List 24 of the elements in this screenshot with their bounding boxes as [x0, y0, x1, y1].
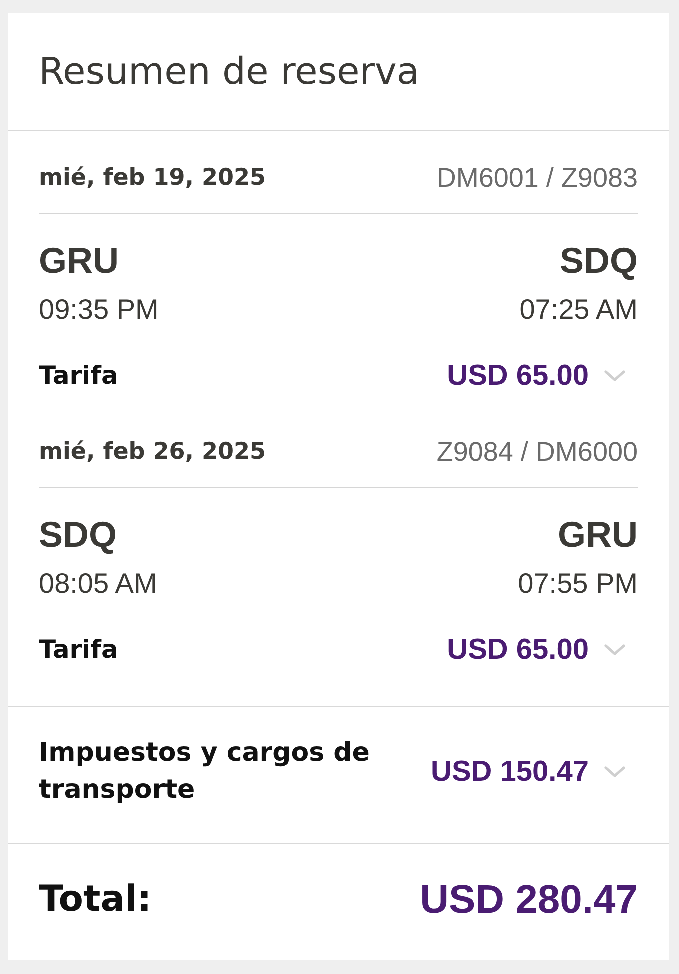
- taxes-amount: USD 150.47: [431, 756, 589, 788]
- chevron-down-icon[interactable]: [604, 766, 626, 778]
- total-amount: USD 280.47: [420, 877, 638, 923]
- flight-date: mié, feb 26, 2025: [39, 438, 266, 467]
- taxes-label: Impuestos y cargos de transporte: [39, 737, 371, 807]
- destination-airport-code: SDQ: [560, 241, 638, 281]
- origin-airport-code: GRU: [39, 241, 119, 281]
- departure-time: 08:05 AM: [39, 568, 158, 600]
- total-label: Total:: [39, 878, 152, 922]
- fare-amount: USD 65.00: [447, 360, 589, 392]
- card-title: Resumen de reserva: [39, 50, 420, 94]
- destination-airport-code: GRU: [558, 515, 638, 555]
- fare-amount: USD 65.00: [447, 634, 589, 666]
- flight-numbers: DM6001 / Z9083: [436, 163, 638, 193]
- arrival-time: 07:25 AM: [520, 294, 638, 326]
- chevron-down-icon[interactable]: [604, 370, 626, 382]
- flight-numbers: Z9084 / DM6000: [436, 437, 638, 467]
- origin-airport-code: SDQ: [39, 515, 118, 555]
- flight-date: mié, feb 19, 2025: [39, 164, 266, 193]
- fare-label: Tarifa: [39, 634, 120, 666]
- fare-label: Tarifa: [39, 360, 120, 392]
- departure-time: 09:35 PM: [39, 294, 159, 326]
- arrival-time: 07:55 PM: [518, 568, 638, 600]
- chevron-down-icon[interactable]: [604, 644, 626, 656]
